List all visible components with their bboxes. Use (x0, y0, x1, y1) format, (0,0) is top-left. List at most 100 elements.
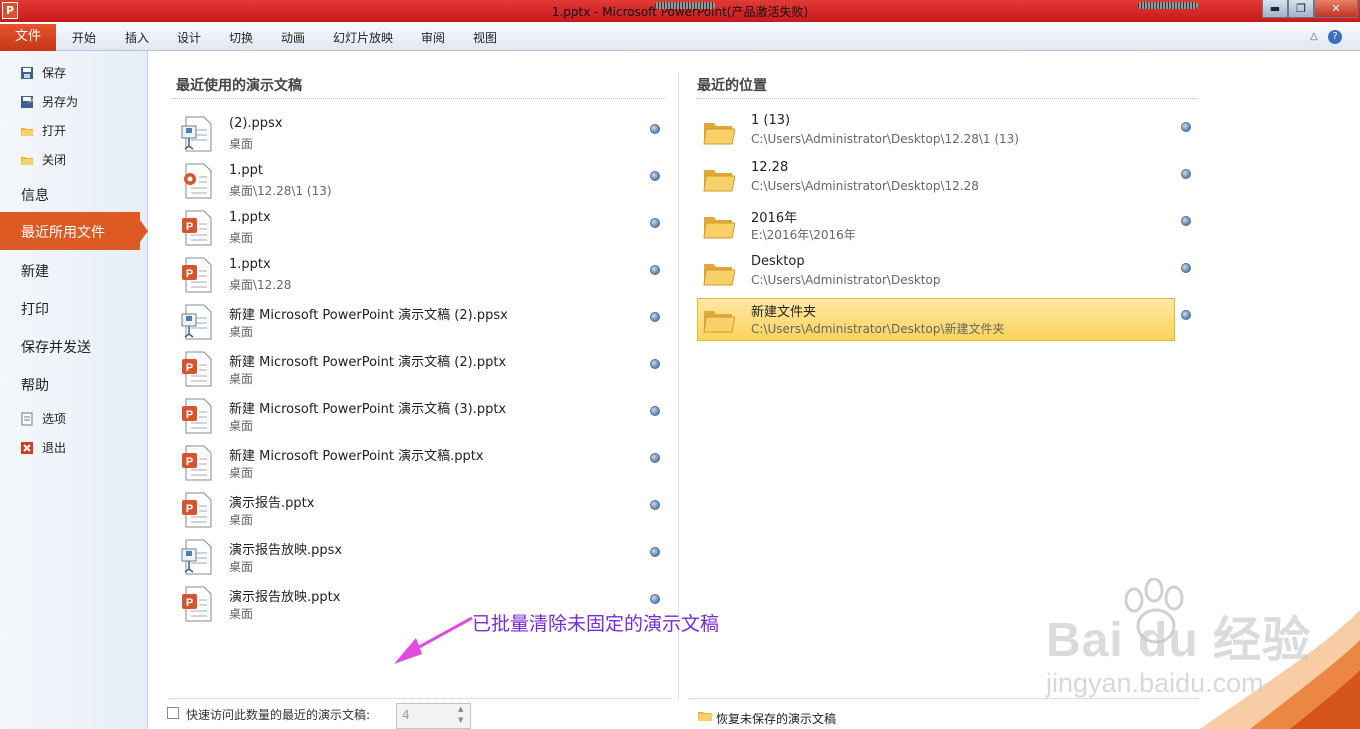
sidebar-item-help[interactable]: 帮助 (21, 375, 49, 395)
pin-icon[interactable] (650, 453, 660, 463)
ribbon-tabs (0, 22, 1360, 51)
options-command[interactable]: 选项 (20, 410, 66, 427)
spin-down-icon[interactable]: ▼ (458, 716, 463, 724)
save-as-command[interactable]: 另存为 (20, 93, 78, 110)
recent-files-heading: 最近使用的演示文稿 (176, 78, 302, 94)
save-command[interactable]: 保存 (20, 64, 66, 81)
pin-icon[interactable] (1181, 122, 1191, 132)
file-path: 桌面 (229, 325, 254, 339)
tab-slideshow[interactable]: 幻灯片放映 (333, 29, 393, 46)
ppsx-icon (181, 539, 212, 575)
recent-file-item[interactable]: P 演示报告放映.pptx 桌面 (172, 582, 672, 628)
folder-icon (703, 123, 735, 145)
ppsx-icon (181, 304, 212, 340)
place-name: Desktop (751, 254, 805, 269)
pin-icon[interactable] (1181, 310, 1191, 320)
tab-transitions[interactable]: 切换 (229, 29, 253, 46)
pin-icon[interactable] (1181, 216, 1191, 226)
spin-up-icon[interactable]: ▲ (458, 705, 463, 713)
svg-text:P: P (186, 268, 193, 280)
title-decoration (655, 2, 715, 9)
recent-file-item[interactable]: (2).ppsx 桌面 (172, 112, 672, 158)
recent-place-item[interactable]: 新建文件夹 C:\Users\Administrator\Desktop\新建文件… (697, 298, 1197, 342)
ppsx-icon (181, 116, 212, 152)
sidebar-item-info[interactable]: 信息 (21, 185, 49, 205)
pin-icon[interactable] (1181, 169, 1191, 179)
place-path: E:\2016年\2016年 (751, 228, 856, 242)
close-command[interactable]: 关闭 (20, 151, 66, 168)
file-path: 桌面 (229, 419, 254, 433)
recent-file-item[interactable]: P 1.pptx 桌面 (172, 206, 672, 252)
tab-file[interactable]: 文件 (0, 24, 56, 51)
ppt-icon (184, 163, 212, 199)
file-name: 演示报告.pptx (229, 496, 315, 511)
file-name: 新建 Microsoft PowerPoint 演示文稿 (2).ppsx (229, 308, 508, 323)
tab-home[interactable]: 开始 (72, 29, 96, 46)
save-as-icon (21, 95, 33, 108)
recent-place-item[interactable]: 12.28 C:\Users\Administrator\Desktop\12.2… (697, 157, 1197, 201)
tab-animations[interactable]: 动画 (281, 29, 305, 46)
svg-text:P: P (186, 597, 193, 609)
pin-icon[interactable] (650, 265, 660, 275)
baidu-watermark: Bai du 经验 (1046, 614, 1312, 667)
close-button[interactable]: ✕ (1314, 0, 1358, 18)
recover-unsaved-link[interactable]: 恢复未保存的演示文稿 (716, 710, 836, 727)
tab-view[interactable]: 视图 (473, 29, 497, 46)
recent-file-item[interactable]: 1.ppt 桌面\12.28\1 (13) (172, 159, 672, 205)
svg-text:P: P (186, 221, 193, 233)
place-path: C:\Users\Administrator\Desktop (751, 273, 941, 287)
file-name: 1.ppt (229, 163, 264, 178)
file-name: 演示报告放映.pptx (229, 590, 341, 605)
recent-file-item[interactable]: P 新建 Microsoft PowerPoint 演示文稿 (2).pptx 桌面 (172, 347, 672, 393)
pin-icon[interactable] (650, 594, 660, 604)
place-path: C:\Users\Administrator\Desktop\12.28 (751, 179, 979, 193)
pptx-icon: P (182, 210, 212, 246)
tab-insert[interactable]: 插入 (125, 29, 149, 46)
recent-file-item[interactable]: P 新建 Microsoft PowerPoint 演示文稿 (3).pptx 桌面 (172, 394, 672, 440)
recent-place-item[interactable]: 2016年 E:\2016年\2016年 (697, 204, 1197, 248)
pin-icon[interactable] (650, 359, 660, 369)
close-folder-icon (21, 156, 34, 165)
exit-command[interactable]: 退出 (20, 439, 66, 456)
recent-file-item[interactable]: P 演示报告.pptx 桌面 (172, 488, 672, 534)
tab-design[interactable]: 设计 (177, 29, 201, 46)
recent-place-item[interactable]: 1 (13) C:\Users\Administrator\Desktop\12.… (697, 110, 1197, 154)
open-command[interactable]: 打开 (20, 122, 66, 139)
pin-icon[interactable] (650, 171, 660, 181)
pptx-icon: P (182, 445, 212, 481)
baidu-watermark-url: jingyan.baidu.com (1046, 668, 1264, 698)
place-name: 2016年 (751, 211, 798, 226)
ribbon-minimize-icon[interactable]: △ (1310, 31, 1318, 42)
recent-file-item[interactable]: 演示报告放映.ppsx 桌面 (172, 535, 672, 581)
recent-place-item[interactable]: Desktop C:\Users\Administrator\Desktop (697, 251, 1197, 295)
recent-file-item[interactable]: 新建 Microsoft PowerPoint 演示文稿 (2).ppsx 桌面 (172, 300, 672, 346)
pptx-icon: P (182, 586, 212, 622)
pin-icon[interactable] (650, 124, 660, 134)
options-icon (21, 412, 33, 425)
pin-icon[interactable] (650, 500, 660, 510)
pin-icon[interactable] (1181, 263, 1191, 273)
maximize-button[interactable]: ❐ (1288, 0, 1314, 18)
recent-file-item[interactable]: P 新建 Microsoft PowerPoint 演示文稿.pptx 桌面 (172, 441, 672, 487)
pin-icon[interactable] (650, 312, 660, 322)
separator (697, 98, 1197, 99)
svg-text:P: P (186, 503, 193, 515)
recent-file-item[interactable]: P 1.pptx 桌面\12.28 (172, 253, 672, 299)
sidebar-item-save-send[interactable]: 保存并发送 (21, 337, 91, 357)
file-name: 新建 Microsoft PowerPoint 演示文稿 (3).pptx (229, 402, 507, 417)
file-path: 桌面\12.28 (229, 278, 292, 292)
pin-icon[interactable] (650, 218, 660, 228)
place-name: 1 (13) (751, 113, 791, 128)
open-label: 打开 (42, 124, 67, 138)
minimize-button[interactable]: ▬ (1262, 0, 1288, 18)
pin-icon[interactable] (650, 547, 660, 557)
place-name: 12.28 (751, 160, 789, 175)
exit-icon (21, 441, 33, 454)
help-icon[interactable]: ? (1328, 30, 1342, 44)
sidebar-item-print[interactable]: 打印 (21, 299, 49, 319)
quick-access-checkbox[interactable] (167, 707, 179, 719)
save-as-label: 另存为 (42, 95, 79, 109)
tab-review[interactable]: 审阅 (421, 29, 445, 46)
sidebar-item-new[interactable]: 新建 (21, 261, 49, 281)
pin-icon[interactable] (650, 406, 660, 416)
